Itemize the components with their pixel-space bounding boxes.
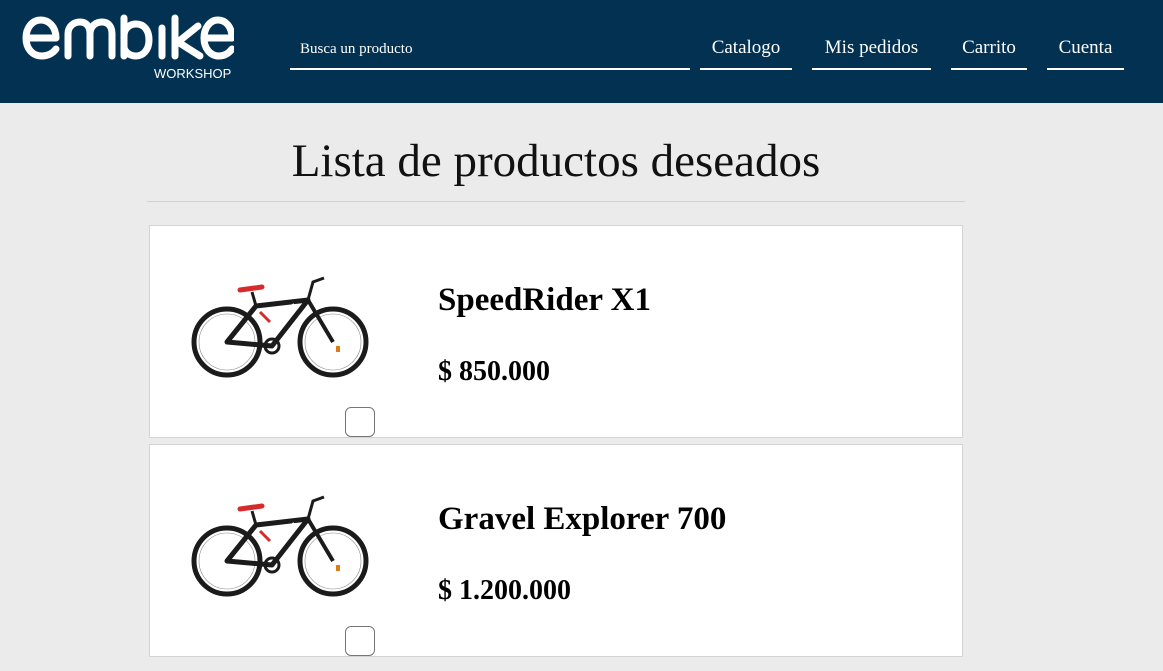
title-divider: [147, 201, 965, 202]
top-header: WORKSHOP Catalogo Mis pedidos Carrito Cu…: [0, 0, 1163, 103]
select-checkbox[interactable]: [345, 407, 375, 437]
nav-account[interactable]: Cuenta: [1047, 30, 1124, 70]
product-price: $ 850.000: [438, 356, 550, 387]
nav-my-orders[interactable]: Mis pedidos: [812, 30, 931, 70]
bicycle-image[interactable]: [190, 493, 370, 607]
select-checkbox[interactable]: [345, 626, 375, 656]
wishlist-item: SpeedRider X1 $ 850.000: [149, 225, 963, 438]
nav-catalog[interactable]: Catalogo: [700, 30, 792, 70]
search-box: [290, 30, 690, 70]
bicycle-image[interactable]: [190, 274, 370, 388]
logo-wordmark: WORKSHOP: [22, 14, 236, 81]
embike-logo[interactable]: WORKSHOP: [22, 14, 236, 84]
page-title: Lista de productos deseados: [291, 135, 821, 187]
search-input[interactable]: [290, 30, 690, 68]
logo-subtitle: WORKSHOP: [154, 66, 231, 81]
wishlist-item: Gravel Explorer 700 $ 1.200.000: [149, 444, 963, 657]
nav-cart[interactable]: Carrito: [951, 30, 1027, 70]
product-name[interactable]: Gravel Explorer 700: [438, 501, 726, 538]
product-name[interactable]: SpeedRider X1: [438, 282, 651, 319]
product-price: $ 1.200.000: [438, 575, 571, 606]
